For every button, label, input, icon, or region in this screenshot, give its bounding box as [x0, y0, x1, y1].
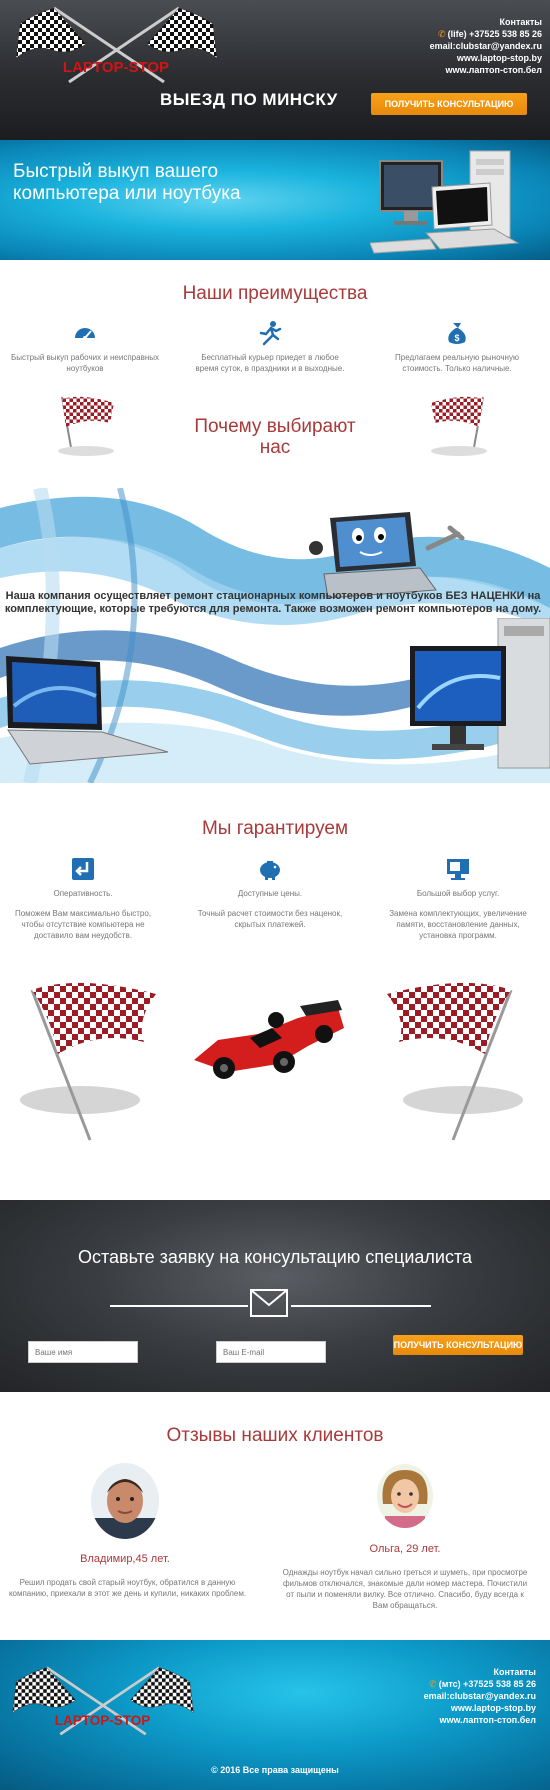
runner-icon [259, 321, 282, 346]
footer-contacts: Контакты ✆ (мтс) +37525 538 85 26 email:c… [424, 1666, 536, 1726]
contacts-email[interactable]: email:clubstar@yandex.ru [430, 40, 542, 52]
divider-line [291, 1305, 431, 1307]
logo[interactable]: LAPTOP-STOP [14, 4, 219, 84]
header: LAPTOP-STOP Контакты ✆ (life) +37525 538 … [0, 0, 550, 140]
guarantee-text: Поможем Вам максимально быстро, чтобы от… [14, 909, 152, 940]
phone-icon: ✆ [438, 29, 446, 39]
checkered-flag-left-small [58, 396, 114, 456]
contacts-phone[interactable]: (life) +37525 538 85 26 [448, 29, 542, 39]
review-text: Однажды ноутбук начал сильно греться и ш… [282, 1568, 528, 1610]
banner-title: Быстрый выкуп вашего компьютера или ноут… [13, 161, 241, 204]
laptop-illustration [6, 656, 169, 765]
envelope-icon [250, 1289, 288, 1317]
contacts-email[interactable]: email:clubstar@yandex.ru [424, 1690, 536, 1702]
why-us-band: Наша компания осуществляет ремонт стацио… [0, 488, 550, 783]
advantage-item: Бесплатный курьер приедет в любое время … [195, 320, 345, 374]
phone-icon: ✆ [429, 1679, 437, 1689]
guarantee-heading: Доступные цены. [237, 889, 303, 898]
why-title: Почему выбирают нас [194, 416, 356, 458]
form-title: Оставьте заявку на консультацию специали… [77, 1247, 472, 1267]
guarantee-heading: Большой выбор услуг. [416, 889, 500, 898]
contacts-phone-row: ✆ (life) +37525 538 85 26 [430, 28, 542, 40]
header-title: ВЫЕЗД ПО МИНСКУ [160, 90, 338, 109]
money-bag-icon: $ [448, 323, 466, 344]
header-contacts: Контакты ✆ (life) +37525 538 85 26 email:… [430, 16, 542, 76]
why-us-text: Наша компания осуществляет ремонт стацио… [4, 590, 542, 615]
reviewer-name: Ольга, 29 лет. [369, 1543, 441, 1555]
contacts-phone-row: ✆ (мтс) +37525 538 85 26 [424, 1678, 536, 1690]
hero-banner: Быстрый выкуп вашего компьютера или ноут… [0, 140, 550, 260]
advantage-text: Предлагаем реальную рыночную стоимость. … [395, 353, 519, 373]
copyright: © 2016 Все права защищены [211, 1765, 339, 1775]
contacts-site-cyrillic[interactable]: www.лаптоп-стоп.бел [430, 64, 542, 76]
logo-text: LAPTOP-STOP [63, 59, 169, 76]
consultation-form: Оставьте заявку на консультацию специали… [0, 1200, 550, 1392]
guarantee-heading: Оперативность. [53, 889, 113, 898]
reviewer-name: Владимир,45 лет. [80, 1553, 170, 1565]
checkered-flag-left [20, 982, 156, 1141]
return-arrow-icon [72, 858, 94, 880]
header-consultation-button[interactable]: ПОЛУЧИТЬ КОНСУЛЬТАЦИЮ [371, 93, 527, 115]
piggy-bank-icon [260, 861, 280, 880]
desktop-computer-illustration [410, 618, 550, 769]
guarantee-text: Замена комплектующих, увеличение памяти,… [389, 909, 527, 940]
guarantee-item: Доступные цены. Точный расчет стоимости … [195, 856, 345, 930]
race-car-illustration [194, 1000, 344, 1079]
guarantee-item: Большой выбор услуг. Замена комплектующи… [383, 856, 533, 941]
logo-text: LAPTOP-STOP [55, 1713, 151, 1728]
reviews-title: Отзывы наших клиентов [166, 1425, 384, 1446]
advantage-text: Быстрый выкуп рабочих и неисправных ноут… [11, 353, 159, 373]
contacts-site-cyrillic[interactable]: www.лаптоп-стоп.бел [424, 1714, 536, 1726]
guarantee-item: Оперативность. Поможем Вам максимально б… [8, 856, 158, 941]
guarantee-text: Точный расчет стоимости без наценок, скр… [197, 909, 343, 929]
contacts-site-latin[interactable]: www.laptop-stop.by [424, 1702, 536, 1714]
contacts-title: Контакты [499, 17, 542, 27]
speedometer-icon [75, 328, 95, 340]
email-input[interactable] [216, 1341, 326, 1363]
avatar [91, 1463, 159, 1539]
computers-illustration [370, 150, 520, 254]
advantage-item: $ Предлагаем реальную рыночную стоимость… [382, 320, 532, 374]
svg-text:$: $ [454, 333, 459, 343]
contacts-phone[interactable]: (мтс) +37525 538 85 26 [439, 1679, 536, 1689]
name-input[interactable] [28, 1341, 138, 1363]
guarantee-title: Мы гарантируем [201, 818, 349, 839]
review-text: Решил продать свой старый ноутбук, обрат… [8, 1578, 247, 1598]
avatar [377, 1464, 433, 1528]
divider-line [110, 1305, 248, 1307]
contacts-site-latin[interactable]: www.laptop-stop.by [430, 52, 542, 64]
monitor-icon [447, 859, 469, 880]
advantage-text: Бесплатный курьер приедет в любое время … [195, 353, 345, 373]
logo[interactable]: LAPTOP-STOP [8, 1664, 198, 1736]
checkered-flag-right-small [431, 396, 487, 456]
footer: LAPTOP-STOP Контакты ✆ (мтс) +37525 538 8… [0, 1640, 550, 1790]
advantages-title: Наши преимущества [182, 283, 368, 304]
checkered-flag-right [387, 982, 523, 1141]
contacts-title: Контакты [493, 1667, 536, 1677]
form-consultation-button[interactable]: ПОЛУЧИТЬ КОНСУЛЬТАЦИЮ [393, 1335, 523, 1355]
advantage-item: Быстрый выкуп рабочих и неисправных ноут… [10, 320, 160, 374]
